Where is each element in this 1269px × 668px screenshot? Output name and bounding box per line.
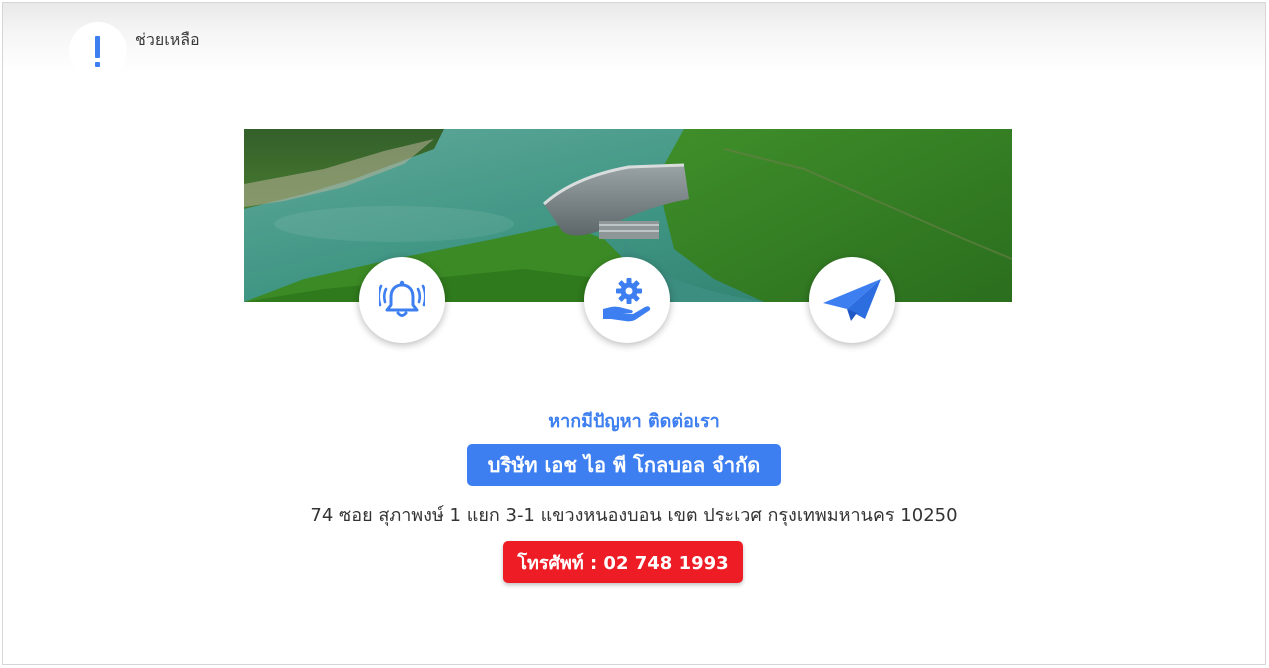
phone-label[interactable]: โทรศัพท์ : 02 748 1993 — [517, 548, 728, 577]
contact-heading: หากมีปัญหา ติดต่อเรา — [548, 411, 720, 432]
phone-button[interactable]: โทรศัพท์ : 02 748 1993 — [503, 541, 743, 583]
bell-alarm-icon[interactable] — [359, 257, 445, 343]
company-name-badge: บริษัท เอช ไอ พี โกลบอล จำกัด — [467, 444, 781, 486]
page-frame: ช่วยเหลือ หากมีปัญหา ติดต่อเรา บริษัท เอ… — [2, 2, 1266, 665]
help-label[interactable]: ช่วยเหลือ — [135, 28, 200, 53]
exclamation-icon[interactable] — [69, 22, 127, 80]
company-name: บริษัท เอช ไอ พี โกลบอล จำกัด — [487, 453, 761, 477]
help-header[interactable]: ช่วยเหลือ — [69, 21, 200, 81]
gear-hand-icon[interactable] — [584, 257, 670, 343]
company-address: 74 ซอย สุภาพงษ์ 1 แยก 3-1 แขวงหนองบอน เข… — [310, 505, 958, 526]
paper-plane-icon[interactable] — [809, 257, 895, 343]
